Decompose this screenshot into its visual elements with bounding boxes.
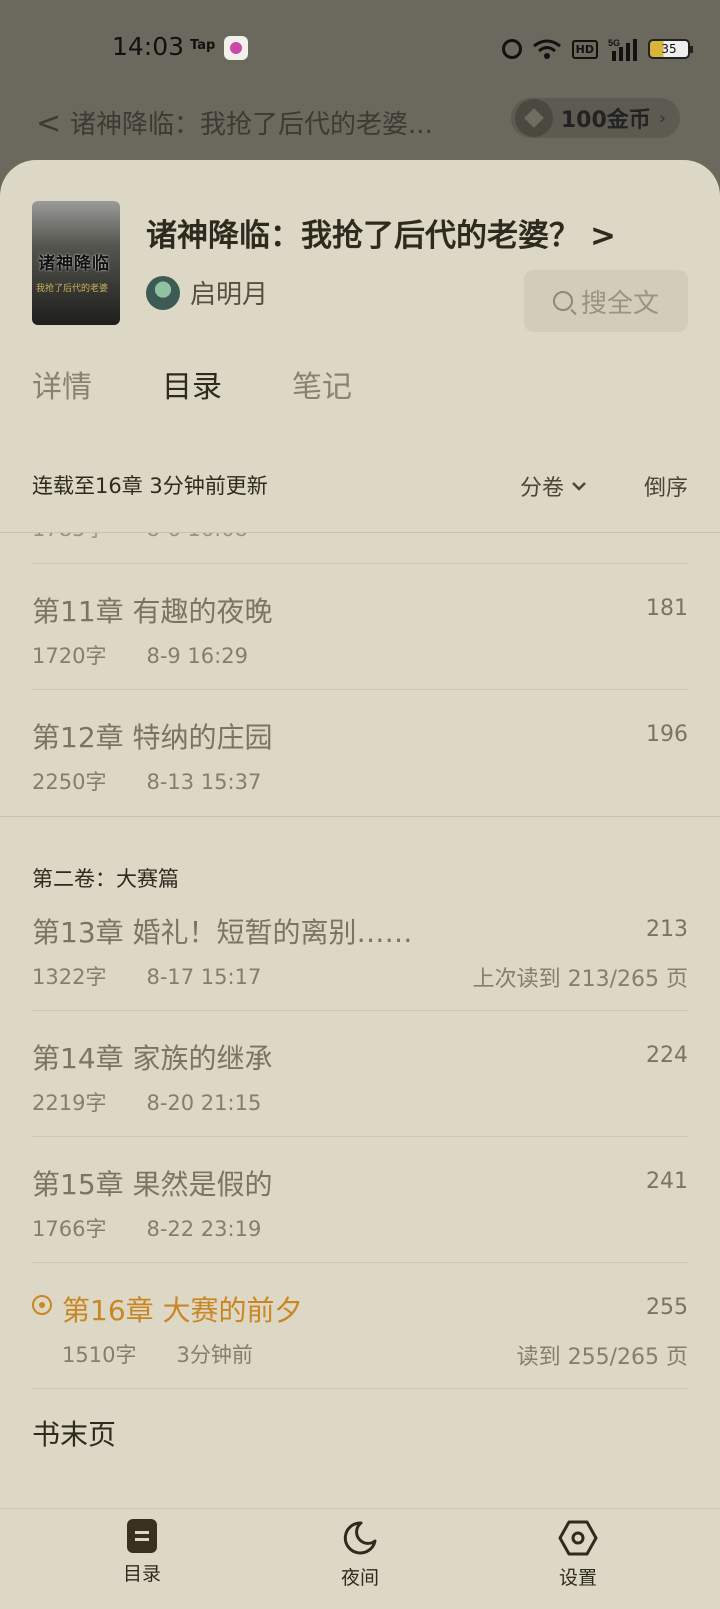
chapter-date: 8-9 16:29 bbox=[146, 644, 248, 668]
nav-night-label: 夜间 bbox=[340, 1567, 379, 1589]
hd-icon: HD bbox=[571, 39, 598, 59]
chapter-page: 255 bbox=[646, 1295, 688, 1320]
status-time: 14:03 bbox=[112, 32, 185, 61]
chapter-title: 第11章 有趣的夜晚 bbox=[32, 595, 273, 628]
divider bbox=[32, 1388, 688, 1389]
nav-settings-label: 设置 bbox=[558, 1567, 597, 1589]
chapter-title: 第14章 家族的继承 bbox=[32, 1042, 273, 1075]
chapter-words: 1785字 bbox=[32, 533, 106, 541]
tab-catalog[interactable]: 目录 bbox=[162, 362, 222, 406]
book-cover[interactable]: 诸神降临 我抢了后代的老婆 bbox=[32, 201, 120, 325]
back-icon[interactable]: < bbox=[36, 106, 61, 141]
reverse-order-button[interactable]: 倒序 bbox=[644, 470, 688, 502]
wifi-icon bbox=[532, 38, 562, 60]
chevron-right-icon: › bbox=[658, 107, 666, 129]
chapter-words: 2250字 bbox=[32, 770, 107, 794]
chapter-meta: 1720字 8-9 16:29 bbox=[32, 640, 248, 670]
chapter-title: 第16章 大赛的前夕 bbox=[62, 1294, 303, 1327]
author-name: 启明月 bbox=[190, 280, 269, 310]
chapter-page: 213 bbox=[646, 917, 688, 942]
chapter-page: 196 bbox=[646, 722, 688, 747]
search-icon bbox=[552, 291, 573, 311]
chapter-words: 1322字 bbox=[32, 965, 107, 989]
chapter-row[interactable]: 第12章 特纳的庄园 196 2250字 8-13 15:37 bbox=[32, 690, 688, 816]
chapter-date: 8-6 16:08 bbox=[146, 533, 248, 541]
chapter-row[interactable]: 第14章 家族的继承 224 2219字 8-20 21:15 bbox=[32, 1011, 688, 1137]
partial-chapter-row: 1785字 8-6 16:08 bbox=[32, 533, 248, 543]
chapter-meta: 1322字 8-17 15:17 bbox=[32, 961, 261, 991]
app-notification-icon bbox=[224, 36, 248, 60]
catalog-icon bbox=[127, 1519, 157, 1553]
chapter-row[interactable]: 第15章 果然是假的 241 1766字 8-22 23:19 bbox=[32, 1137, 688, 1263]
divider bbox=[0, 816, 720, 817]
bottom-nav: 目录 夜间 设置 bbox=[0, 1508, 720, 1609]
chapter-page: 241 bbox=[646, 1169, 688, 1194]
coins-badge[interactable]: 100金币 › bbox=[510, 98, 680, 138]
reading-progress: 上次读到 213/265 页 bbox=[472, 967, 688, 992]
search-placeholder: 搜全文 bbox=[580, 288, 659, 319]
reading-progress: 读到 255/265 页 bbox=[516, 1345, 688, 1370]
current-chapter-row[interactable]: 第16章 大赛的前夕 255 1510字 3分钟前 读到 255/265 页 bbox=[32, 1263, 688, 1389]
status-icons: HD 5G 35 bbox=[501, 34, 693, 64]
catalog-sheet: 诸神降临 我抢了后代的老婆 诸神降临：我抢了后代的老婆？ > 启明月 搜全文 详情… bbox=[0, 160, 720, 1608]
alarm-icon bbox=[501, 39, 522, 59]
volume-filter-button[interactable]: 分卷 bbox=[520, 470, 586, 502]
chapter-date: 3分钟前 bbox=[176, 1343, 253, 1367]
chapter-meta: 1510字 3分钟前 bbox=[62, 1339, 253, 1369]
chapter-title: 第13章 婚礼！短暂的离别…… bbox=[32, 916, 413, 949]
book-title-text: 诸神降临：我抢了后代的老婆？ bbox=[146, 218, 580, 254]
chapter-date: 8-20 21:15 bbox=[146, 1091, 262, 1115]
chapter-page: 224 bbox=[646, 1043, 688, 1068]
status-bar: 14:03 Tap HD 5G 35 bbox=[0, 0, 720, 96]
chapter-row[interactable]: 第13章 婚礼！短暂的离别…… 213 1322字 8-17 15:17 上次读到… bbox=[32, 885, 688, 1011]
chapter-meta: 2250字 8-13 15:37 bbox=[32, 766, 261, 796]
book-end-page[interactable]: 书末页 bbox=[32, 1413, 116, 1453]
chapter-words: 1720字 bbox=[32, 644, 107, 668]
nav-night-mode[interactable]: 夜间 bbox=[300, 1519, 420, 1590]
tab-details[interactable]: 详情 bbox=[32, 362, 92, 406]
battery-icon: 35 bbox=[648, 39, 693, 59]
tab-bar: 详情 目录 笔记 bbox=[32, 362, 352, 406]
chapter-row[interactable]: 第11章 有趣的夜晚 181 1720字 8-9 16:29 bbox=[32, 564, 688, 690]
chevron-right-icon: > bbox=[590, 218, 616, 254]
book-title[interactable]: 诸神降临：我抢了后代的老婆？ > bbox=[146, 210, 616, 255]
chapter-meta: 2219字 8-20 21:15 bbox=[32, 1087, 261, 1117]
chevron-down-icon bbox=[572, 482, 586, 491]
nav-settings[interactable]: 设置 bbox=[518, 1519, 638, 1590]
update-summary: 连载至16章 3分钟前更新 bbox=[32, 474, 268, 498]
cover-subtitle: 我抢了后代的老婆 bbox=[36, 284, 109, 294]
nav-catalog[interactable]: 目录 bbox=[82, 1519, 202, 1586]
chapter-date: 8-17 15:17 bbox=[146, 965, 262, 989]
chapter-title: 第12章 特纳的庄园 bbox=[32, 721, 273, 754]
cover-title: 诸神降临 bbox=[38, 254, 110, 274]
network-label: 5G bbox=[608, 38, 620, 48]
tap-app-icon: Tap bbox=[190, 38, 216, 53]
volume-filter-label: 分卷 bbox=[520, 476, 565, 501]
nav-catalog-label: 目录 bbox=[122, 1563, 161, 1585]
chapter-page: 181 bbox=[646, 596, 688, 621]
coin-icon bbox=[514, 99, 553, 137]
author-row[interactable]: 启明月 bbox=[146, 274, 268, 311]
chapter-date: 8-22 23:19 bbox=[146, 1217, 262, 1241]
tab-notes[interactable]: 笔记 bbox=[292, 362, 352, 406]
reader-header: < 诸神降临：我抢了后代的老婆... 100金币 › bbox=[0, 96, 720, 166]
search-fulltext-button[interactable]: 搜全文 bbox=[524, 270, 688, 332]
chapter-meta: 1766字 8-22 23:19 bbox=[32, 1213, 261, 1243]
chapter-title: 第15章 果然是假的 bbox=[32, 1168, 273, 1201]
moon-icon bbox=[343, 1521, 377, 1555]
author-avatar bbox=[146, 275, 180, 310]
signal-icon: 5G bbox=[608, 37, 638, 61]
coins-amount: 100金币 bbox=[560, 108, 651, 133]
reader-title: 诸神降临：我抢了后代的老婆... bbox=[70, 110, 433, 140]
chapter-date: 8-13 15:37 bbox=[146, 770, 262, 794]
settings-hexagon-icon bbox=[558, 1520, 598, 1556]
current-location-icon bbox=[32, 1295, 52, 1315]
chapter-words: 1766字 bbox=[32, 1217, 107, 1241]
chapter-words: 2219字 bbox=[32, 1091, 107, 1115]
chapter-words: 1510字 bbox=[62, 1343, 137, 1367]
chapter-list[interactable]: 1785字 8-6 16:08 第11章 有趣的夜晚 181 1720字 8-9 1… bbox=[0, 533, 720, 1608]
